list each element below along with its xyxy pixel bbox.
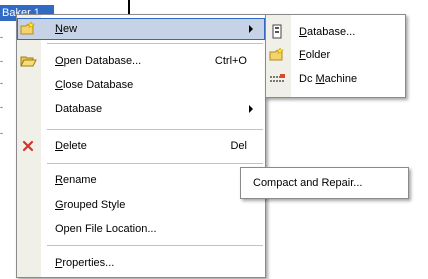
menu-item-label: Close Database [55,79,134,91]
menu-separator [47,163,263,164]
database-icon [269,24,286,40]
menu-item-label: Database [55,103,103,115]
tree-connector: - [0,56,3,66]
menu-item-label: Open Database... [55,55,142,67]
folder-icon [269,47,286,63]
tree-connector: - [0,102,3,112]
submenu-item-database[interactable]: Database... [266,21,405,43]
menu-item-delete[interactable]: Delete Del [17,135,265,157]
menu-separator [47,245,263,246]
context-menu: New Open Database... Ctrl+O Close Databa… [16,14,266,278]
menu-item-label: Properties... [55,257,115,269]
menu-item-label: Rename [55,174,97,186]
new-submenu: Database... Folder Dc Machine [265,14,406,98]
tree-connector: - [0,32,3,42]
menu-item-label: Database... [299,26,356,38]
menu-item-label: Dc Machine [299,73,358,85]
submenu-item-folder[interactable]: Folder [266,44,405,66]
menu-separator [47,129,263,130]
menu-item-label: New [55,23,78,35]
menu-item-database[interactable]: Database [17,98,265,120]
submenu-item-dc-machine[interactable]: Dc Machine [266,68,405,90]
menu-item-label: Compact and Repair... [253,177,363,189]
menu-item-new[interactable]: New [17,18,265,40]
tree-connector: - [0,128,3,138]
delete-x-icon [20,138,37,154]
menu-item-rename[interactable]: Rename [17,169,265,191]
menu-item-properties[interactable]: Properties... [17,252,265,274]
menu-item-label: Delete [55,140,87,152]
menu-shortcut: Ctrl+O [214,55,247,67]
tree-view-edge: - - - - - [0,0,16,279]
menu-item-open-database[interactable]: Open Database... Ctrl+O [17,50,265,72]
tree-connector: - [0,78,3,88]
menu-item-label: Open File Location... [55,223,157,235]
menu-item-label: Grouped Style [55,199,126,211]
database-submenu: Compact and Repair... [240,167,409,199]
open-folder-icon [20,53,37,69]
menu-item-grouped-style[interactable]: Grouped Style [17,194,265,216]
menu-separator [47,43,263,44]
menu-item-label: Folder [299,49,331,61]
menu-item-open-file-location[interactable]: Open File Location... [17,218,265,240]
new-folder-icon [20,21,37,37]
dc-machine-icon [269,71,286,87]
submenu-item-compact-and-repair[interactable]: Compact and Repair... [241,172,408,194]
menu-shortcut: Del [230,140,247,152]
menu-item-close-database[interactable]: Close Database [17,74,265,96]
submenu-arrow-icon [249,105,253,113]
submenu-arrow-icon [249,25,253,33]
